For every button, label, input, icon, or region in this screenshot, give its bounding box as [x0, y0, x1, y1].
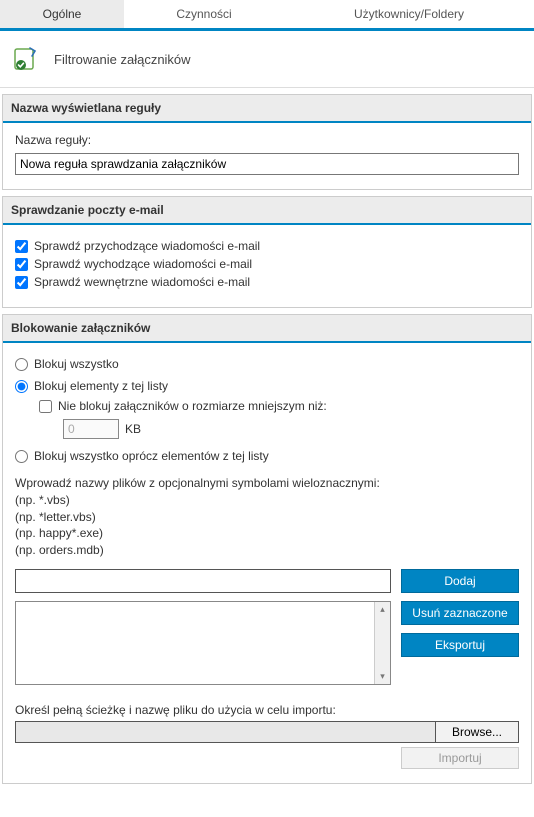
min-size-input[interactable]: [63, 419, 119, 439]
check-internal-label: Sprawdź wewnętrzne wiadomości e-mail: [34, 275, 250, 289]
check-incoming-label: Sprawdź przychodzące wiadomości e-mail: [34, 239, 260, 253]
import-path-input[interactable]: [15, 721, 435, 743]
import-button: Importuj: [401, 747, 519, 769]
radio-block-all-row[interactable]: Blokuj wszystko: [15, 357, 519, 371]
pattern-input[interactable]: [15, 569, 391, 593]
tab-bar: Ogólne Czynności Użytkownicy/Foldery: [0, 0, 534, 28]
check-min-size-row[interactable]: Nie blokuj załączników o rozmiarze mniej…: [39, 399, 519, 413]
hint-intro: Wprowadź nazwy plików z opcjonalnymi sym…: [15, 475, 519, 492]
radio-block-except[interactable]: [15, 450, 28, 463]
pattern-hint: Wprowadź nazwy plików z opcjonalnymi sym…: [15, 475, 519, 559]
hint-ex3: (np. happy*.exe): [15, 525, 519, 542]
remove-selected-button[interactable]: Usuń zaznaczone: [401, 601, 519, 625]
pattern-list[interactable]: ▴ ▾: [15, 601, 391, 685]
tab-actions[interactable]: Czynności: [124, 0, 284, 28]
page-title: Filtrowanie załączników: [54, 52, 191, 67]
radio-block-list-row[interactable]: Blokuj elementy z tej listy: [15, 379, 519, 393]
scrollbar[interactable]: ▴ ▾: [374, 602, 390, 684]
radio-block-all[interactable]: [15, 358, 28, 371]
radio-block-list[interactable]: [15, 380, 28, 393]
rule-name-input[interactable]: [15, 153, 519, 175]
tab-users-folders[interactable]: Użytkownicy/Foldery: [284, 0, 534, 28]
tab-general[interactable]: Ogólne: [0, 0, 124, 28]
check-min-size[interactable]: [39, 400, 52, 413]
add-button[interactable]: Dodaj: [401, 569, 519, 593]
size-unit-label: KB: [125, 422, 141, 436]
check-incoming[interactable]: [15, 240, 28, 253]
section-rule-name: Nazwa wyświetlana reguły Nazwa reguły:: [2, 94, 532, 190]
export-button[interactable]: Eksportuj: [401, 633, 519, 657]
scroll-up-icon[interactable]: ▴: [380, 604, 385, 615]
section-email-check: Sprawdzanie poczty e-mail Sprawdź przych…: [2, 196, 532, 308]
hint-ex4: (np. orders.mdb): [15, 542, 519, 559]
radio-block-list-label: Blokuj elementy z tej listy: [34, 379, 168, 393]
import-path-label: Określ pełną ścieżkę i nazwę pliku do uż…: [15, 703, 519, 717]
section-rule-name-header: Nazwa wyświetlana reguły: [3, 95, 531, 123]
check-outgoing-row[interactable]: Sprawdź wychodzące wiadomości e-mail: [15, 257, 519, 271]
check-incoming-row[interactable]: Sprawdź przychodzące wiadomości e-mail: [15, 239, 519, 253]
attachment-filter-icon: [12, 45, 40, 73]
radio-block-all-label: Blokuj wszystko: [34, 357, 119, 371]
radio-block-except-row[interactable]: Blokuj wszystko oprócz elementów z tej l…: [15, 449, 519, 463]
scroll-down-icon[interactable]: ▾: [380, 671, 385, 682]
check-min-size-label: Nie blokuj załączników o rozmiarze mniej…: [58, 399, 327, 413]
rule-name-label: Nazwa reguły:: [15, 133, 519, 147]
hint-ex1: (np. *.vbs): [15, 492, 519, 509]
check-internal[interactable]: [15, 276, 28, 289]
radio-block-except-label: Blokuj wszystko oprócz elementów z tej l…: [34, 449, 269, 463]
section-blocking: Blokowanie załączników Blokuj wszystko B…: [2, 314, 532, 784]
hint-ex2: (np. *letter.vbs): [15, 509, 519, 526]
page-header: Filtrowanie załączników: [0, 31, 534, 88]
check-outgoing-label: Sprawdź wychodzące wiadomości e-mail: [34, 257, 252, 271]
check-outgoing[interactable]: [15, 258, 28, 271]
check-internal-row[interactable]: Sprawdź wewnętrzne wiadomości e-mail: [15, 275, 519, 289]
section-blocking-header: Blokowanie załączników: [3, 315, 531, 343]
browse-button[interactable]: Browse...: [435, 721, 519, 743]
section-email-check-header: Sprawdzanie poczty e-mail: [3, 197, 531, 225]
